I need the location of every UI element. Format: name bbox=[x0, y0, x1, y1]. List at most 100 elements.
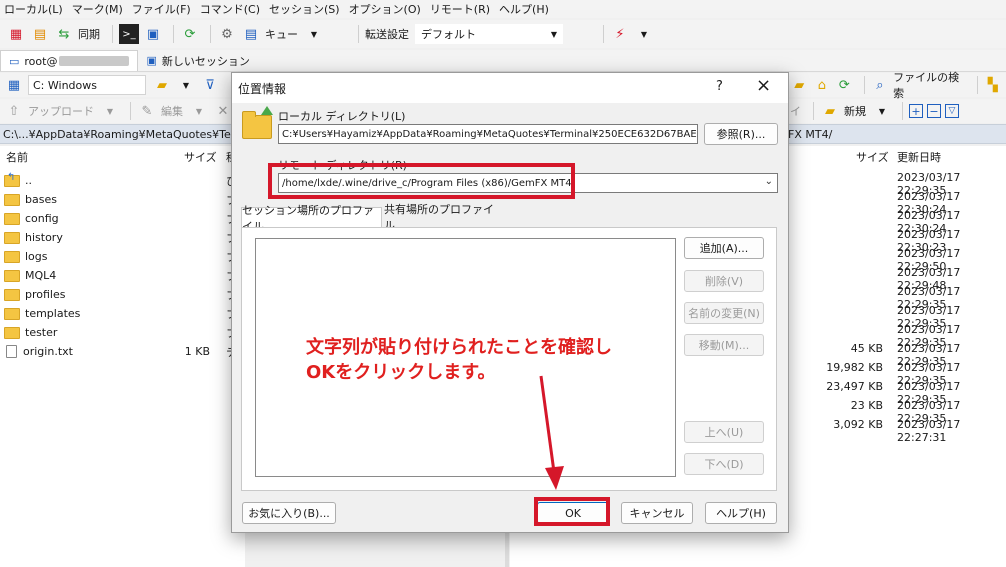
table-row[interactable]: basesフ bbox=[0, 190, 245, 209]
file-size: 3,092 KB bbox=[833, 418, 883, 431]
table-row[interactable]: MQL4フ bbox=[0, 266, 245, 285]
menu-command[interactable]: コマンド(C) bbox=[200, 1, 260, 17]
col-size-header[interactable]: サイズ bbox=[856, 146, 889, 168]
table-row[interactable]: logsフ bbox=[0, 247, 245, 266]
sidebar-icon[interactable]: ▦ bbox=[4, 75, 24, 95]
new-button[interactable]: 新規 bbox=[844, 103, 866, 119]
add-button[interactable]: 追加(A)... bbox=[684, 237, 764, 259]
browse-button[interactable]: 参照(R)... bbox=[704, 123, 778, 145]
tab-new-session[interactable]: ▣ 新しいセッション bbox=[138, 50, 257, 71]
menu-session[interactable]: セッション(S) bbox=[269, 1, 340, 17]
toolbar-divider bbox=[813, 102, 814, 120]
file-name: logs bbox=[25, 250, 48, 263]
chevron-down-icon[interactable]: ▼ bbox=[634, 24, 654, 44]
rename-button[interactable]: 名前の変更(N) bbox=[684, 302, 764, 324]
compare-icon[interactable]: ▦ bbox=[6, 24, 26, 44]
tree-icon[interactable]: ▚ bbox=[983, 75, 1002, 95]
ok-highlight bbox=[534, 497, 610, 526]
move-button[interactable]: 移動(M)... bbox=[684, 334, 764, 356]
menu-remote[interactable]: リモート(R) bbox=[430, 1, 490, 17]
new-folder-icon[interactable]: ▰ bbox=[820, 101, 840, 121]
menu-help[interactable]: ヘルプ(H) bbox=[499, 1, 549, 17]
synchronize-icon[interactable]: ⇆ bbox=[54, 24, 74, 44]
find-icon[interactable]: ⌕ bbox=[871, 75, 890, 95]
chevron-down-icon[interactable]: ▼ bbox=[872, 101, 892, 121]
table-row[interactable]: ..ひ bbox=[0, 171, 245, 190]
sync-label[interactable]: 同期 bbox=[78, 26, 100, 42]
new-session-icon: ▣ bbox=[146, 54, 157, 67]
menu-file[interactable]: ファイル(F) bbox=[132, 1, 191, 17]
green-arrow-icon bbox=[261, 106, 273, 115]
home-icon[interactable]: ⌂ bbox=[813, 75, 832, 95]
gear-icon[interactable]: ⚙ bbox=[217, 24, 237, 44]
minus-icon[interactable]: − bbox=[927, 104, 941, 118]
remote-path-bar[interactable]: FX MT4/ bbox=[788, 124, 832, 144]
file-name: templates bbox=[25, 307, 81, 320]
delete-button[interactable]: 削除(V) bbox=[684, 270, 764, 292]
favorites-button[interactable]: お気に入り(B)... bbox=[242, 502, 336, 524]
toolbar-divider bbox=[112, 25, 113, 43]
move-down-button[interactable]: 下へ(D) bbox=[684, 453, 764, 475]
local-dir-input[interactable]: C:¥Users¥Hayamiz¥AppData¥Roaming¥MetaQuo… bbox=[278, 124, 698, 144]
folder-icon bbox=[4, 307, 20, 320]
filter-icon[interactable]: ⊽ bbox=[200, 75, 220, 95]
putty-icon[interactable]: ▣ bbox=[143, 24, 163, 44]
local-file-list[interactable]: 名前 サイズ 種 ..ひbasesフconfigフhistoryフlogsフMQ… bbox=[0, 146, 245, 567]
chevron-down-icon[interactable]: ▼ bbox=[100, 101, 120, 121]
table-row[interactable]: configフ bbox=[0, 209, 245, 228]
drive-select[interactable]: C: Windows bbox=[28, 75, 146, 95]
cancel-button[interactable]: キャンセル bbox=[621, 502, 693, 524]
chevron-down-icon[interactable]: ▼ bbox=[176, 75, 196, 95]
location-profile-dialog: 位置情報 ? × ローカル ディレクトリ(L) C:¥Users¥Hayamiz… bbox=[231, 72, 789, 533]
sync-browse-icon[interactable]: ▤ bbox=[30, 24, 50, 44]
local-dir-label: ローカル ディレクトリ(L) bbox=[278, 110, 406, 123]
file-name: .. bbox=[25, 174, 32, 187]
folder-icon bbox=[4, 288, 20, 301]
tab-shared-profile[interactable]: 共有場所のプロファイル bbox=[384, 203, 502, 232]
chevron-down-icon[interactable]: ⌄ bbox=[765, 176, 773, 187]
file-name: MQL4 bbox=[25, 269, 57, 282]
chevron-down-icon[interactable]: ▼ bbox=[304, 24, 324, 44]
transfer-mode-icon[interactable]: ⚡ bbox=[610, 24, 630, 44]
table-row[interactable]: templatesフ bbox=[0, 304, 245, 323]
chevron-down-icon[interactable]: ▼ bbox=[189, 101, 209, 121]
file-size: 23,497 KB bbox=[826, 380, 883, 393]
filter-icon[interactable]: ▽ bbox=[945, 104, 959, 118]
table-row[interactable]: historyフ bbox=[0, 228, 245, 247]
edit-icon[interactable]: ✎ bbox=[137, 101, 157, 121]
delete-icon[interactable]: ✕ bbox=[213, 101, 233, 121]
col-date-header[interactable]: 更新日時 bbox=[897, 146, 941, 168]
table-row[interactable]: testerフ bbox=[0, 323, 245, 342]
file-size: 19,982 KB bbox=[826, 361, 883, 374]
refresh-icon[interactable]: ⟳ bbox=[835, 75, 854, 95]
edit-button[interactable]: 編集 bbox=[161, 103, 183, 119]
tab-session[interactable]: ▭ root@ bbox=[0, 50, 139, 71]
queue-label[interactable]: キュー bbox=[265, 26, 298, 42]
menu-mark[interactable]: マーク(M) bbox=[72, 1, 123, 17]
upload-icon[interactable]: ⇧ bbox=[4, 101, 24, 121]
tab-session-profile[interactable]: セッション場所のプロファイル bbox=[241, 204, 382, 233]
queue-icon[interactable]: ▤ bbox=[241, 24, 261, 44]
add-icon[interactable]: + bbox=[909, 104, 923, 118]
help-mark-button[interactable]: ? bbox=[716, 79, 723, 94]
help-button[interactable]: ヘルプ(H) bbox=[705, 502, 777, 524]
find-files-button[interactable]: ファイルの検索 bbox=[893, 69, 964, 101]
table-row[interactable]: profilesフ bbox=[0, 285, 245, 304]
menu-options[interactable]: オプション(O) bbox=[349, 1, 421, 17]
annotation-line-2: OKをクリックします。 bbox=[306, 362, 496, 383]
open-folder-icon[interactable]: ▰ bbox=[152, 75, 172, 95]
menu-local[interactable]: ローカル(L) bbox=[4, 1, 63, 17]
terminal-icon[interactable]: >_ bbox=[119, 24, 139, 44]
table-row[interactable]: origin.txt1 KBテ bbox=[0, 342, 245, 361]
upload-button[interactable]: アップロード bbox=[28, 103, 94, 119]
move-up-button[interactable]: 上へ(U) bbox=[684, 421, 764, 443]
close-icon[interactable]: × bbox=[756, 75, 771, 96]
folder-icon[interactable]: ▰ bbox=[790, 75, 809, 95]
toolbar-divider bbox=[902, 102, 903, 120]
col-name-header[interactable]: 名前 bbox=[6, 146, 28, 168]
toolbar-divider bbox=[863, 76, 865, 94]
transfer-settings-select[interactable]: デフォルト ▼ bbox=[415, 24, 563, 44]
redacted-host bbox=[59, 56, 130, 66]
refresh-window-icon[interactable]: ⟳ bbox=[180, 24, 200, 44]
col-size-header[interactable]: サイズ bbox=[184, 146, 217, 168]
